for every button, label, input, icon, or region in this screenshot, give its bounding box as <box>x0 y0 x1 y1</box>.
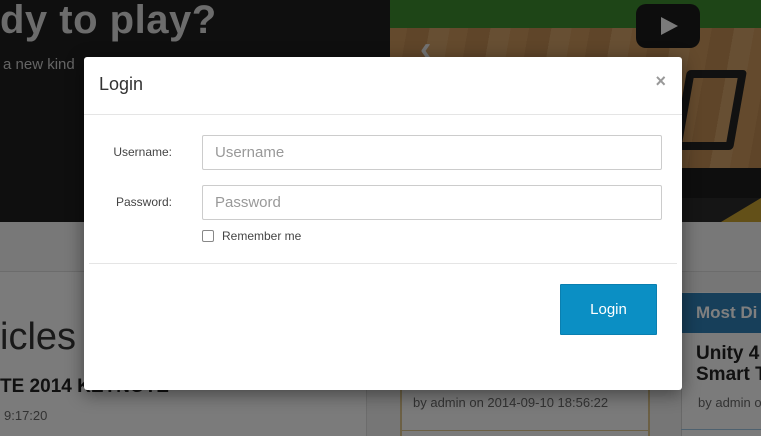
password-label: Password: <box>115 195 172 209</box>
remember-me-checkbox[interactable] <box>202 230 214 242</box>
modal-title: Login <box>99 74 144 94</box>
modal-footer-divider <box>89 263 677 264</box>
remember-me-label[interactable]: Remember me <box>222 229 301 243</box>
username-input[interactable] <box>202 135 662 170</box>
login-modal: Login × Username: Password: Remember me … <box>84 57 682 390</box>
close-icon[interactable]: × <box>655 71 666 92</box>
username-label: Username: <box>113 145 172 159</box>
modal-header: Login × <box>84 57 682 115</box>
remember-me[interactable]: Remember me <box>202 229 301 243</box>
password-input[interactable] <box>202 185 662 220</box>
login-button[interactable]: Login <box>560 284 657 335</box>
